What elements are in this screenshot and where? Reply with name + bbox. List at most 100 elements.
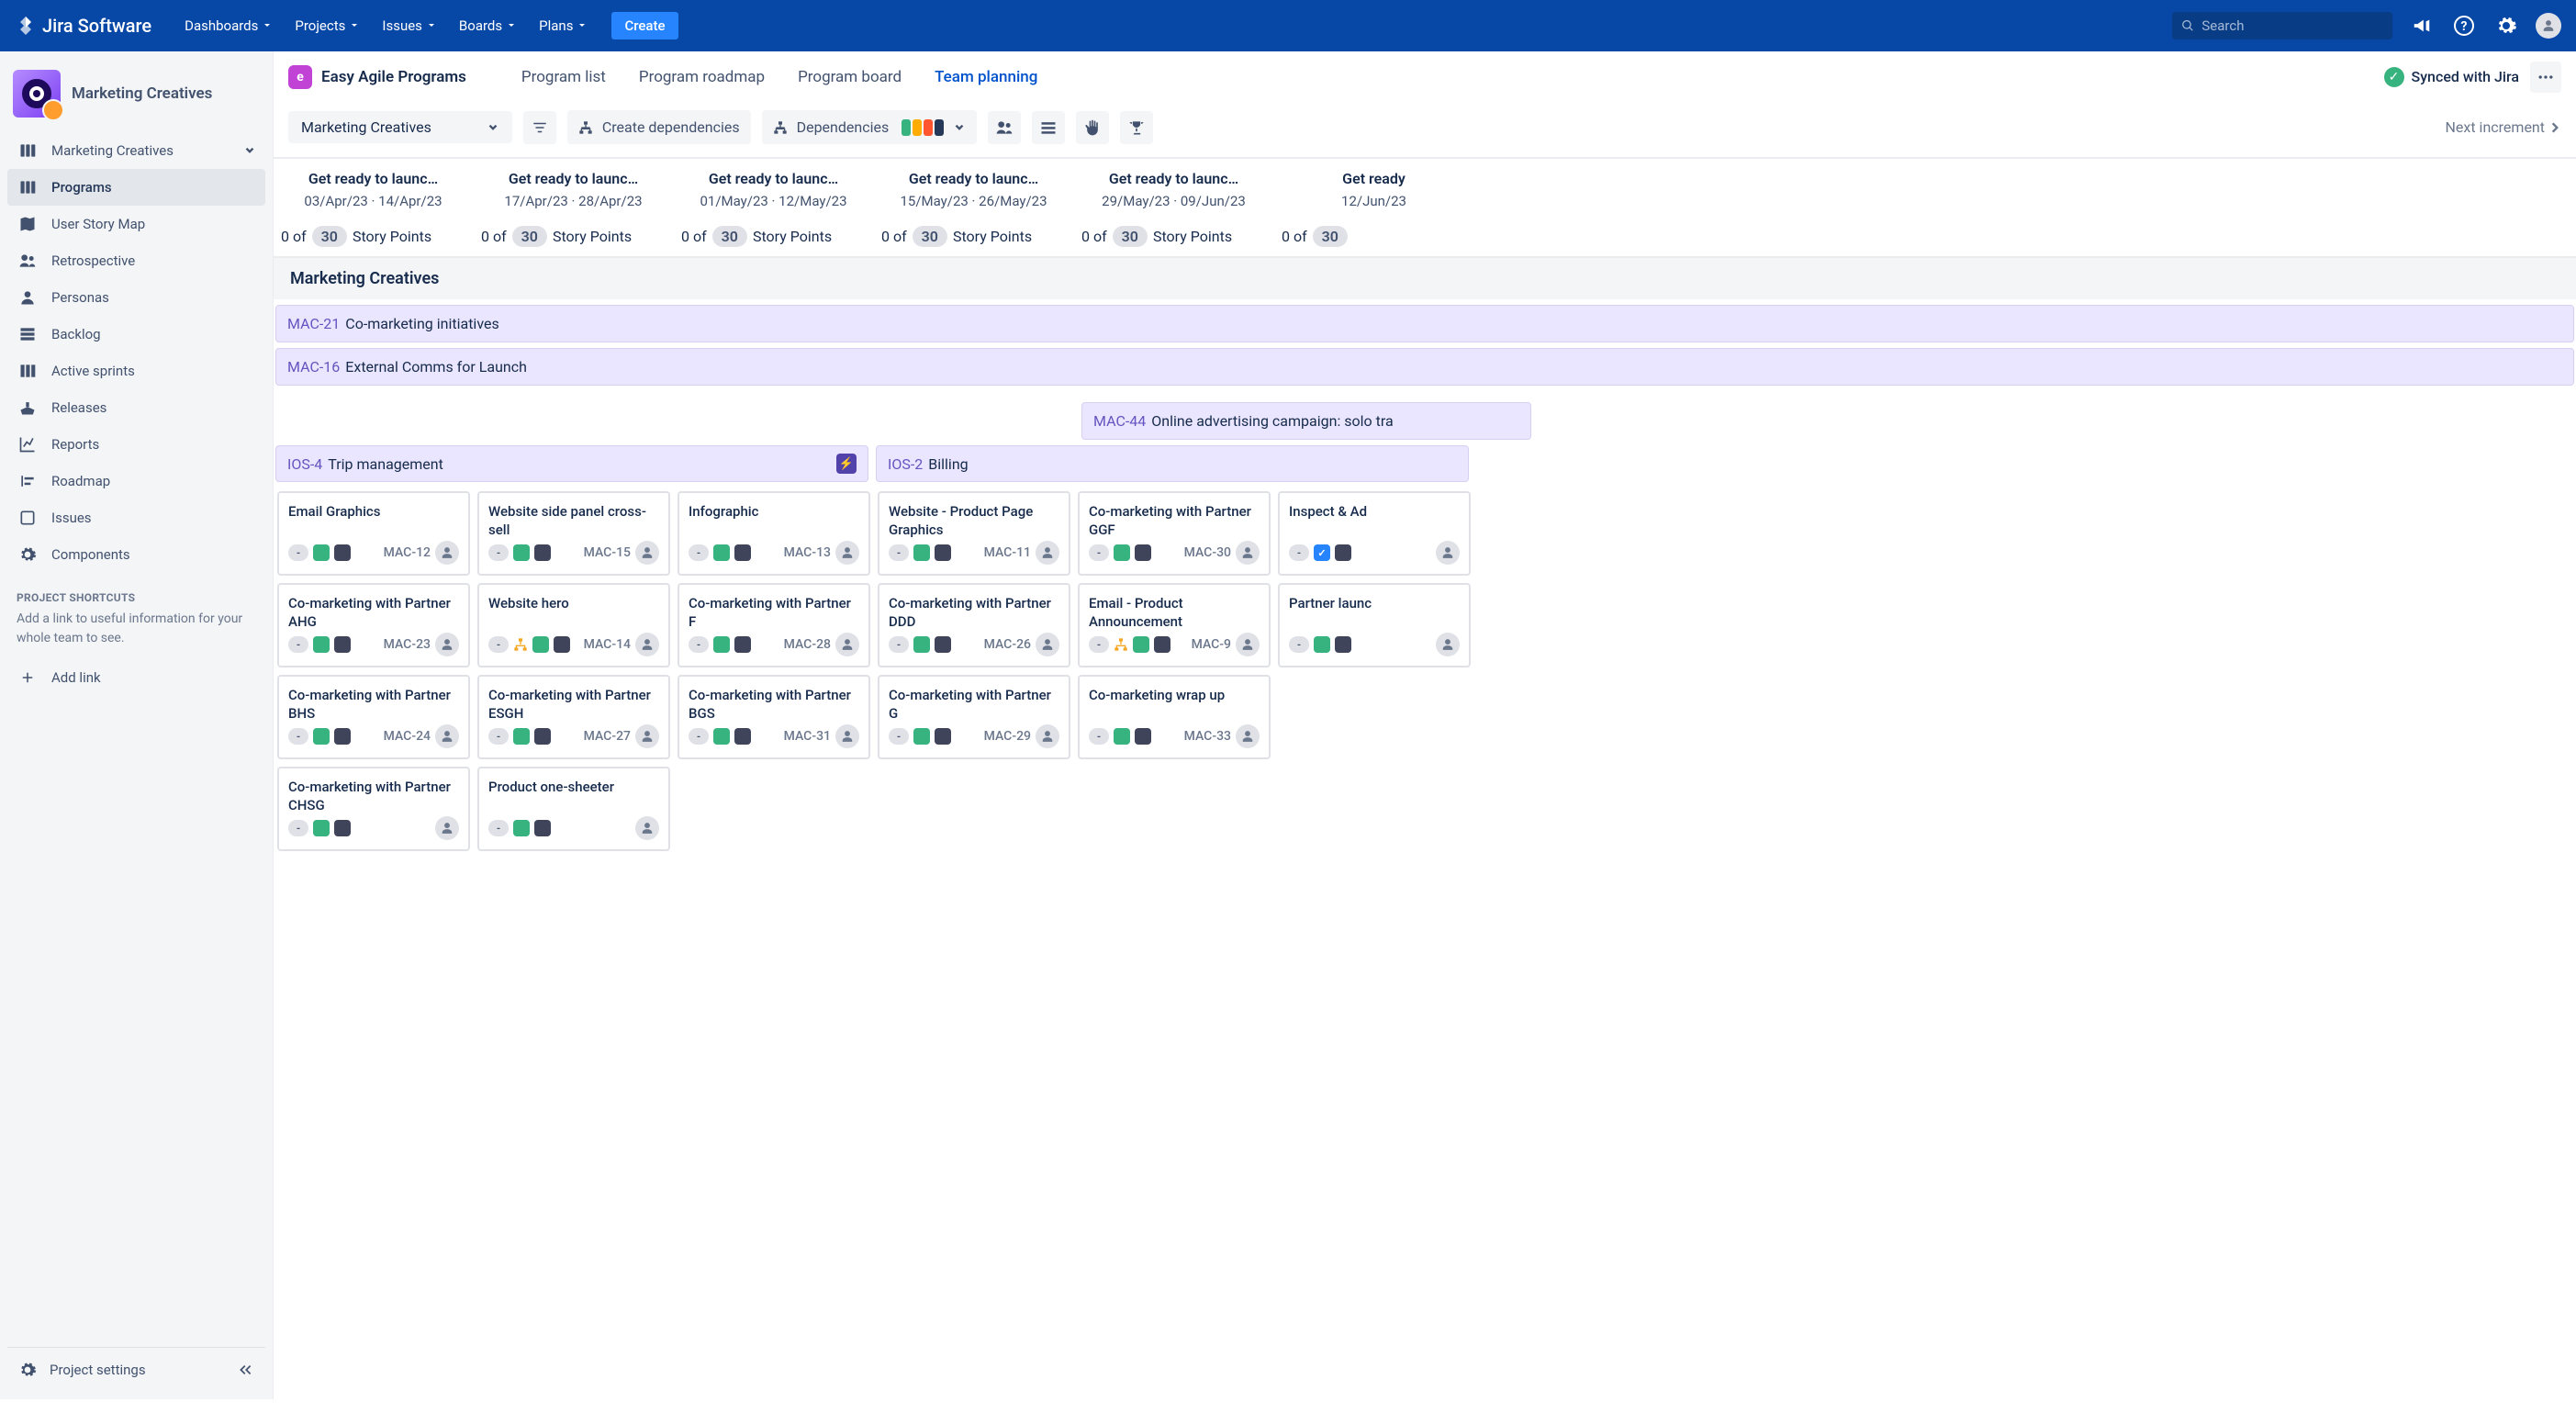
issue-card[interactable]: Co-marketing with Partner BHS - MAC-24: [277, 675, 470, 759]
assignee-avatar[interactable]: [1036, 633, 1059, 656]
tab-program-roadmap[interactable]: Program roadmap: [639, 68, 765, 86]
add-link-button[interactable]: Add link: [7, 659, 265, 696]
issue-card[interactable]: Partner launc -: [1278, 583, 1471, 667]
sprint-header[interactable]: Get ready to launc…29/May/23 · 09/Jun/23: [1074, 159, 1274, 217]
assignee-avatar[interactable]: [1236, 633, 1260, 656]
task-icon: ✓: [1314, 544, 1330, 561]
assignee-avatar[interactable]: [1436, 633, 1460, 656]
dependencies-button[interactable]: Dependencies: [762, 110, 978, 144]
assignee-avatar[interactable]: [835, 541, 859, 565]
assignee-avatar[interactable]: [635, 724, 659, 748]
main-content: e Easy Agile Programs Program list Progr…: [273, 51, 2576, 1399]
sidebar-item-components[interactable]: Components: [7, 536, 265, 573]
people-icon[interactable]: [988, 111, 1021, 144]
project-header[interactable]: Marketing Creatives: [7, 64, 265, 129]
card-column: Co-marketing with Partner GGF - MAC-30 E…: [1074, 488, 1274, 862]
tab-team-planning[interactable]: Team planning: [935, 68, 1037, 86]
filter-icon[interactable]: [523, 111, 556, 144]
sprint-header[interactable]: Get ready to launc…03/Apr/23 · 14/Apr/23: [274, 159, 474, 217]
assignee-avatar[interactable]: [1236, 541, 1260, 565]
settings-icon[interactable]: [2493, 13, 2519, 39]
epic-row[interactable]: MAC-44Online advertising campaign: solo …: [1081, 402, 1531, 440]
story-icon: [713, 728, 730, 745]
sidebar-expand-marketing[interactable]: Marketing Creatives: [7, 132, 265, 169]
issue-card[interactable]: Email Graphics - MAC-12: [277, 491, 470, 576]
global-search[interactable]: [2172, 12, 2392, 39]
sidebar-item-user-story-map[interactable]: User Story Map: [7, 206, 265, 242]
issue-card[interactable]: Product one-sheeter -: [477, 767, 670, 851]
tab-program-list[interactable]: Program list: [521, 68, 606, 86]
nav-boards[interactable]: Boards: [452, 12, 524, 39]
sidebar-item-programs[interactable]: Programs: [7, 169, 265, 206]
assignee-avatar[interactable]: [635, 816, 659, 840]
jira-logo[interactable]: Jira Software: [15, 15, 151, 37]
issue-card[interactable]: Co-marketing with Partner BGS - MAC-31: [678, 675, 870, 759]
more-button[interactable]: [2530, 62, 2561, 93]
trophy-icon[interactable]: [1120, 111, 1153, 144]
assignee-avatar[interactable]: [835, 633, 859, 656]
epic-row[interactable]: MAC-16External Comms for Launch: [275, 348, 2574, 386]
issue-card[interactable]: Inspect & Ad - ✓: [1278, 491, 1471, 576]
assignee-avatar[interactable]: [635, 541, 659, 565]
assignee-avatar[interactable]: [435, 541, 459, 565]
sprint-header[interactable]: Get ready to launc…15/May/23 · 26/May/23: [874, 159, 1074, 217]
sidebar-item-personas[interactable]: Personas: [7, 279, 265, 316]
assignee-avatar[interactable]: [835, 724, 859, 748]
issue-card[interactable]: Infographic - MAC-13: [678, 491, 870, 576]
issue-card[interactable]: Co-marketing with Partner DDD - MAC-26: [878, 583, 1070, 667]
search-input[interactable]: [2201, 17, 2383, 34]
next-increment-button[interactable]: Next increment: [2446, 118, 2561, 136]
sidebar-item-backlog[interactable]: Backlog: [7, 316, 265, 353]
board-scroll[interactable]: Get ready to launc…03/Apr/23 · 14/Apr/23…: [274, 159, 2576, 1399]
sprint-header[interactable]: Get ready to launc…01/May/23 · 12/May/23: [674, 159, 874, 217]
hand-icon[interactable]: [1076, 111, 1109, 144]
issue-card[interactable]: Email - Product Announcement - MAC-9: [1078, 583, 1271, 667]
issue-card[interactable]: Co-marketing with Partner CHSG -: [277, 767, 470, 851]
sidebar-item-releases[interactable]: Releases: [7, 389, 265, 426]
hierarchy-icon: [773, 120, 788, 135]
list-icon[interactable]: [1032, 111, 1065, 144]
help-icon[interactable]: ?: [2451, 13, 2477, 39]
issue-card[interactable]: Co-marketing wrap up - MAC-33: [1078, 675, 1271, 759]
create-button[interactable]: Create: [611, 12, 678, 39]
assignee-avatar[interactable]: [435, 724, 459, 748]
issue-card[interactable]: Co-marketing with Partner ESGH - MAC-27: [477, 675, 670, 759]
megaphone-icon[interactable]: [2409, 13, 2435, 39]
sidebar-item-roadmap[interactable]: Roadmap: [7, 463, 265, 499]
collapse-icon[interactable]: [234, 1359, 256, 1381]
epic-row[interactable]: MAC-21Co-marketing initiatives: [275, 305, 2574, 342]
sidebar-expand-label: Marketing Creatives: [51, 142, 174, 159]
nav-plans[interactable]: Plans: [532, 12, 595, 39]
sidebar-item-issues[interactable]: Issues: [7, 499, 265, 536]
issue-card[interactable]: Website - Product Page Graphics - MAC-11: [878, 491, 1070, 576]
sprint-header[interactable]: Get ready to launc…17/Apr/23 · 28/Apr/23: [474, 159, 674, 217]
feature-header[interactable]: IOS-2Billing: [876, 445, 1469, 482]
shortcuts-text: Add a link to useful information for you…: [7, 610, 265, 648]
assignee-avatar[interactable]: [1236, 724, 1260, 748]
team-dropdown[interactable]: Marketing Creatives: [288, 111, 512, 143]
assignee-avatar[interactable]: [435, 633, 459, 656]
sidebar-item-active-sprints[interactable]: Active sprints: [7, 353, 265, 389]
issue-card[interactable]: Website hero - MAC-14: [477, 583, 670, 667]
issue-card[interactable]: Co-marketing with Partner F - MAC-28: [678, 583, 870, 667]
nav-dashboards[interactable]: Dashboards: [177, 12, 280, 39]
feature-header[interactable]: IOS-4Trip management⚡: [275, 445, 868, 482]
issue-card[interactable]: Website side panel cross-sell - MAC-15: [477, 491, 670, 576]
nav-issues[interactable]: Issues: [375, 12, 444, 39]
sidebar-item-reports[interactable]: Reports: [7, 426, 265, 463]
nav-projects[interactable]: Projects: [287, 12, 367, 39]
project-settings-link[interactable]: Project settings: [50, 1362, 146, 1378]
issue-card[interactable]: Co-marketing with Partner G - MAC-29: [878, 675, 1070, 759]
create-dependencies-button[interactable]: Create dependencies: [567, 110, 751, 144]
assignee-avatar[interactable]: [1036, 541, 1059, 565]
sidebar-item-retrospective[interactable]: Retrospective: [7, 242, 265, 279]
assignee-avatar[interactable]: [1036, 724, 1059, 748]
assignee-avatar[interactable]: [635, 633, 659, 656]
user-avatar[interactable]: [2536, 13, 2561, 39]
assignee-avatar[interactable]: [1436, 541, 1460, 565]
sprint-header[interactable]: Get ready12/Jun/23: [1274, 159, 1474, 217]
issue-card[interactable]: Co-marketing with Partner AHG - MAC-23: [277, 583, 470, 667]
tab-program-board[interactable]: Program board: [798, 68, 902, 86]
assignee-avatar[interactable]: [435, 816, 459, 840]
issue-card[interactable]: Co-marketing with Partner GGF - MAC-30: [1078, 491, 1271, 576]
